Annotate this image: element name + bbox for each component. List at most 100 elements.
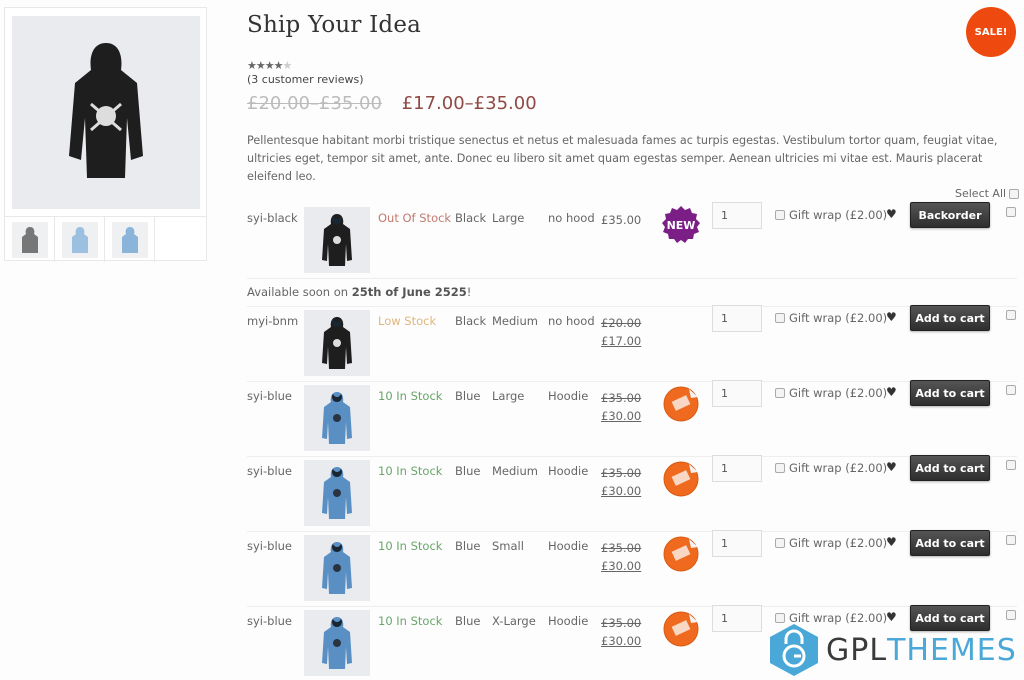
row-select-checkbox[interactable] (1006, 610, 1016, 620)
quantity-input[interactable]: 1 (712, 455, 762, 482)
quantity-input[interactable]: 1 (712, 202, 762, 229)
product-gallery (4, 7, 207, 262)
row-select-checkbox[interactable] (1006, 460, 1016, 470)
row-select-checkbox[interactable] (1006, 385, 1016, 395)
gift-wrap-checkbox[interactable] (775, 313, 785, 323)
quantity-input[interactable]: 1 (712, 305, 762, 332)
thumbnail-grey[interactable] (5, 217, 55, 262)
gift-wrap-label: Gift wrap (£2.00) (789, 311, 888, 325)
sku: syi-blue (247, 539, 293, 553)
variation-image[interactable] (304, 535, 370, 601)
product-description: Pellentesque habitant morbi tristique se… (247, 134, 998, 183)
sale-price: £17.00 (601, 334, 642, 348)
attribute-size: Large (492, 389, 525, 403)
stock-status: 10 In Stock (378, 464, 443, 478)
row-select-checkbox[interactable] (1006, 207, 1016, 217)
gift-wrap-checkbox[interactable] (775, 388, 785, 398)
watermark-gpl: GPL (826, 632, 888, 668)
wishlist-heart-icon[interactable]: ♥ (886, 385, 897, 399)
stock-status: Out Of Stock (378, 211, 452, 225)
wishlist-heart-icon[interactable]: ♥ (886, 207, 897, 221)
attribute-size: Large (492, 211, 525, 225)
wishlist-heart-icon[interactable]: ♥ (886, 535, 897, 549)
gift-wrap-label: Gift wrap (£2.00) (789, 536, 888, 550)
select-all[interactable]: Select All (955, 187, 1020, 200)
new-badge-icon: NEW (662, 206, 700, 243)
price: £35.00 (601, 213, 642, 227)
empty-star-icon: ★ (282, 59, 292, 72)
sale-badge: SALE! (966, 7, 1016, 57)
gift-wrap-label: Gift wrap (£2.00) (789, 208, 888, 222)
add-to-cart-button[interactable]: Add to cart (910, 380, 990, 406)
regular-price: £20.00 (601, 316, 642, 330)
sale-price: £30.00 (601, 484, 642, 498)
add-to-cart-button[interactable]: Add to cart (910, 305, 990, 331)
row-select-checkbox[interactable] (1006, 310, 1016, 320)
row-divider (247, 531, 1017, 532)
gift-wrap-checkbox[interactable] (775, 463, 785, 473)
attribute-style: Hoodie (548, 614, 589, 628)
special-offer-sticker-icon (663, 461, 699, 497)
attribute-color: Black (455, 314, 487, 328)
row-divider (247, 306, 1017, 307)
add-to-cart-button[interactable]: Add to cart (910, 455, 990, 481)
variation-image[interactable] (304, 385, 370, 451)
variation-image[interactable] (304, 610, 370, 676)
variation-image[interactable] (304, 460, 370, 526)
stock-status: 10 In Stock (378, 539, 443, 553)
wishlist-heart-icon[interactable]: ♥ (886, 310, 897, 324)
filled-stars-icon: ★★★★ (247, 59, 283, 72)
sku: syi-black (247, 211, 298, 225)
regular-price: £35.00 (601, 391, 642, 405)
gift-wrap-option[interactable]: Gift wrap (£2.00) (775, 536, 887, 550)
gift-wrap-label: Gift wrap (£2.00) (789, 386, 888, 400)
quantity-input[interactable]: 1 (712, 605, 762, 632)
customer-reviews-link[interactable]: (3 customer reviews) (247, 73, 363, 86)
attribute-color: Blue (455, 464, 481, 478)
backorder-button[interactable]: Backorder (910, 202, 990, 228)
attribute-size: Medium (492, 464, 538, 478)
price-range: £20.00–£35.00 £17.00–£35.00 (247, 93, 537, 114)
availability-note: Available soon on 25th of June 2525! (247, 285, 472, 299)
regular-price: £20.00–£35.00 (247, 93, 382, 114)
gift-wrap-option[interactable]: Gift wrap (£2.00) (775, 208, 887, 222)
sku: myi-bnm (247, 314, 299, 328)
wishlist-heart-icon[interactable]: ♥ (886, 460, 897, 474)
select-all-checkbox[interactable] (1009, 188, 1020, 199)
sku: syi-blue (247, 614, 293, 628)
special-offer-sticker-icon (663, 536, 699, 572)
row-divider (247, 456, 1017, 457)
attribute-size: Medium (492, 314, 538, 328)
special-offer-sticker-icon (663, 386, 699, 422)
padlock-logo-icon (770, 624, 818, 676)
variation-price: £35.00 (601, 211, 641, 229)
variation-price: £35.00 £30.00 (601, 614, 641, 650)
row-divider (247, 278, 1017, 279)
regular-price: £35.00 (601, 616, 642, 630)
gift-wrap-option[interactable]: Gift wrap (£2.00) (775, 386, 887, 400)
row-divider (247, 381, 1017, 382)
gift-wrap-label: Gift wrap (£2.00) (789, 461, 888, 475)
variation-image[interactable] (304, 207, 370, 273)
variation-image[interactable] (304, 310, 370, 376)
gift-wrap-option[interactable]: Gift wrap (£2.00) (775, 461, 887, 475)
add-to-cart-button[interactable]: Add to cart (910, 530, 990, 556)
star-rating[interactable]: ★★★★★ (247, 59, 292, 72)
main-product-image[interactable] (12, 16, 200, 209)
variation-price: £35.00 £30.00 (601, 464, 641, 500)
sale-price: £30.00 (601, 409, 642, 423)
stock-status: 10 In Stock (378, 614, 443, 628)
row-select-checkbox[interactable] (1006, 535, 1016, 545)
gift-wrap-checkbox[interactable] (775, 538, 785, 548)
thumbnail-blue[interactable] (55, 217, 105, 262)
special-offer-sticker-icon (663, 611, 699, 647)
quantity-input[interactable]: 1 (712, 530, 762, 557)
attribute-color: Blue (455, 539, 481, 553)
attribute-style: Hoodie (548, 464, 589, 478)
thumbnail-blue-2[interactable] (105, 217, 155, 262)
select-all-label: Select All (955, 187, 1007, 200)
gift-wrap-checkbox[interactable] (775, 210, 785, 220)
gallery-thumbnails (5, 216, 206, 262)
quantity-input[interactable]: 1 (712, 380, 762, 407)
gift-wrap-option[interactable]: Gift wrap (£2.00) (775, 311, 887, 325)
